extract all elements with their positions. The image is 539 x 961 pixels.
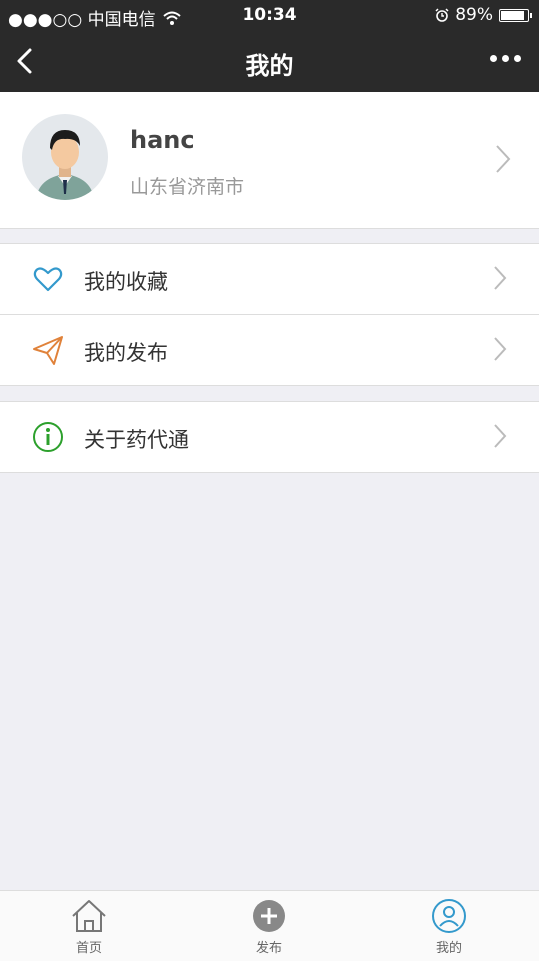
tab-mine[interactable]: 我的 bbox=[409, 897, 489, 956]
menu-label-about: 关于药代通 bbox=[84, 428, 189, 452]
menu-item-published[interactable]: 我的发布 bbox=[0, 314, 539, 385]
tab-label-mine: 我的 bbox=[435, 941, 462, 956]
battery-percent: 89% bbox=[455, 5, 493, 25]
page-title: 我的 bbox=[245, 52, 294, 80]
tab-home[interactable]: 首页 bbox=[49, 897, 129, 956]
heart-icon bbox=[33, 267, 63, 292]
user-icon bbox=[432, 899, 466, 933]
profile-card[interactable]: hanc 山东省济南市 bbox=[0, 92, 539, 229]
nav-bar: 我的 bbox=[0, 30, 539, 92]
chevron-right-icon bbox=[494, 337, 507, 361]
menu-label-favorites: 我的收藏 bbox=[84, 270, 168, 294]
chevron-right-icon bbox=[494, 424, 507, 448]
chevron-right-icon bbox=[496, 145, 511, 173]
alarm-icon bbox=[435, 8, 449, 22]
tab-label-publish: 发布 bbox=[255, 941, 282, 956]
menu-group-main: 我的收藏 我的发布 bbox=[0, 243, 539, 386]
menu-group-about: 关于药代通 bbox=[0, 401, 539, 473]
profile-name: hanc bbox=[130, 126, 195, 154]
more-dots-icon[interactable] bbox=[490, 55, 521, 62]
add-circle-icon bbox=[253, 900, 285, 932]
info-icon bbox=[33, 422, 63, 452]
profile-location: 山东省济南市 bbox=[130, 176, 245, 198]
tab-label-home: 首页 bbox=[75, 941, 102, 956]
tab-bar: 首页 发布 我的 bbox=[0, 890, 539, 961]
home-icon bbox=[72, 900, 106, 932]
battery-icon bbox=[499, 8, 532, 22]
avatar-person-icon bbox=[36, 130, 94, 200]
status-bar: ●●●○○ 中国电信 10:34 89% bbox=[0, 0, 539, 30]
menu-item-favorites[interactable]: 我的收藏 bbox=[0, 244, 539, 314]
avatar[interactable] bbox=[22, 114, 108, 200]
tab-publish[interactable]: 发布 bbox=[229, 897, 309, 956]
chevron-right-icon bbox=[494, 266, 507, 290]
send-icon bbox=[33, 336, 63, 365]
menu-item-about[interactable]: 关于药代通 bbox=[0, 402, 539, 472]
menu-label-published: 我的发布 bbox=[84, 341, 168, 365]
